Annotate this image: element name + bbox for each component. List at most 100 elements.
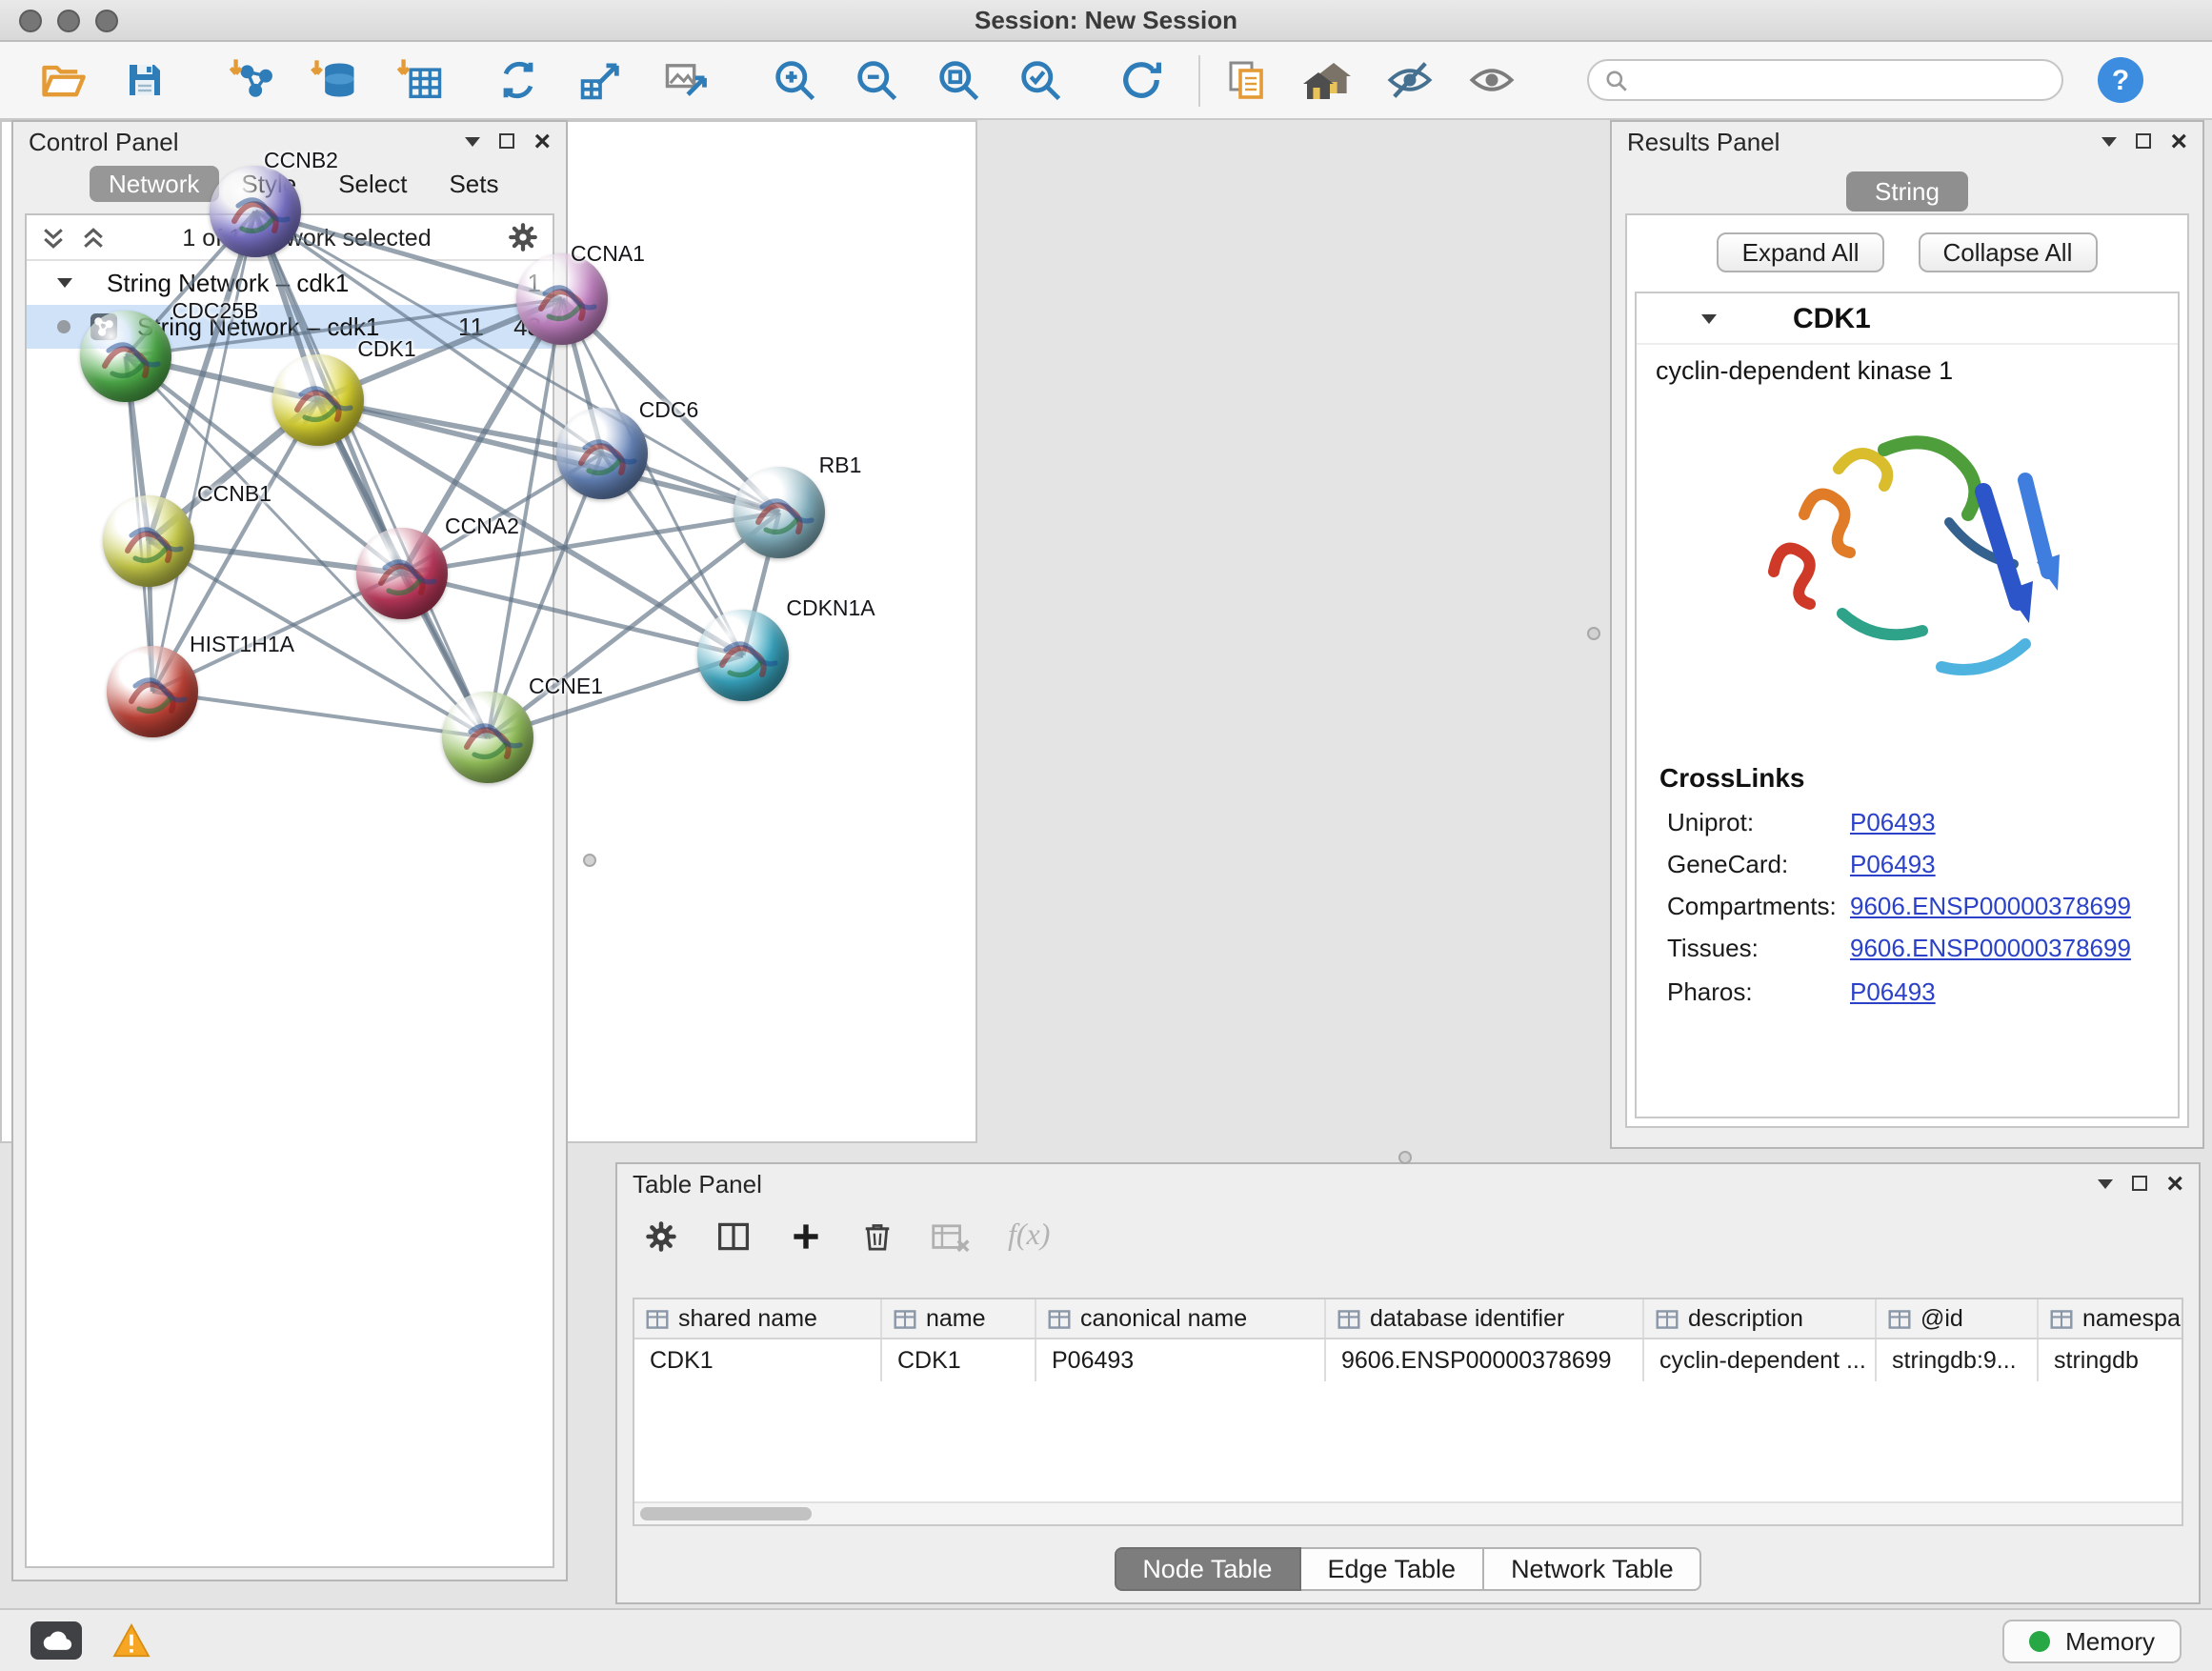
tab-node-table[interactable]: Node Table <box>1114 1547 1300 1591</box>
node-label-ccnb2: CCNB2 <box>264 151 338 173</box>
show-columns-icon[interactable] <box>716 1219 751 1254</box>
table-cell[interactable]: cyclin-dependent ... <box>1644 1339 1877 1381</box>
table-header-row: shared name name canonical name database… <box>634 1299 2182 1339</box>
column-header-description[interactable]: description <box>1644 1299 1877 1338</box>
network-edge[interactable] <box>402 574 743 655</box>
column-icon <box>2050 1308 2073 1329</box>
crosslinks-title: CrossLinks <box>1659 762 2178 793</box>
protein-ribbon-icon <box>516 253 608 345</box>
column-header-name[interactable]: name <box>882 1299 1036 1338</box>
node-label-cdkn1a: CDKN1A <box>786 598 875 621</box>
node-label-ccna2: CCNA2 <box>445 516 519 539</box>
crosslink-link[interactable]: P06493 <box>1850 804 1936 842</box>
node-label-cdc6: CDC6 <box>639 400 699 423</box>
tab-edge-table[interactable]: Edge Table <box>1300 1547 1484 1591</box>
function-builder-icon: f(x) <box>1008 1219 1050 1254</box>
table-panel-title: Table Panel <box>633 1169 762 1198</box>
network-edge[interactable] <box>152 211 255 692</box>
protein-ribbon-icon <box>210 166 301 257</box>
cloud-button[interactable] <box>30 1621 82 1660</box>
results-panel: Results Panel × String Expand All Collap… <box>1610 120 2204 1149</box>
crosslink-label: GeneCard: <box>1667 846 1850 884</box>
gene-title: CDK1 <box>1793 302 1871 334</box>
crosslink-link[interactable]: 9606.ENSP00000378699 <box>1850 889 2131 927</box>
node-ccna1[interactable] <box>516 253 608 345</box>
table-cell[interactable]: stringdb:9... <box>1877 1339 2039 1381</box>
protein-ribbon-icon <box>697 610 789 701</box>
column-icon <box>894 1308 916 1329</box>
node-label-hist1h1a: HIST1H1A <box>190 634 294 657</box>
node-ccnb2[interactable] <box>210 166 301 257</box>
column-icon <box>1888 1308 1911 1329</box>
node-cdk1[interactable] <box>272 354 364 446</box>
crosslink-row: Uniprot: P06493 <box>1667 804 2178 842</box>
tab-network-table[interactable]: Network Table <box>1484 1547 1702 1591</box>
column-header-id[interactable]: @id <box>1877 1299 2039 1338</box>
node-cdkn1a[interactable] <box>697 610 789 701</box>
table-panel: Table Panel × f(x) shared name name cano… <box>615 1162 2201 1604</box>
horizontal-scrollbar[interactable] <box>634 1501 2182 1524</box>
table-cell[interactable]: CDK1 <box>634 1339 882 1381</box>
close-panel-icon[interactable]: × <box>2170 127 2187 155</box>
table-cell[interactable]: CDK1 <box>882 1339 1036 1381</box>
expand-all-button[interactable]: Expand All <box>1718 232 1884 272</box>
crosslink-link[interactable]: P06493 <box>1850 973 1936 1011</box>
network-view-panel: CCNB2CCNA1CDC25BCDK1CDC6RB1CCNB1CCNA2CDK… <box>0 120 977 1143</box>
protein-ribbon-icon <box>356 528 448 619</box>
protein-structure-image <box>1720 389 2094 743</box>
table-row[interactable]: CDK1 CDK1 P06493 9606.ENSP00000378699 cy… <box>634 1339 2182 1381</box>
protein-ribbon-icon <box>80 311 171 402</box>
network-edge[interactable] <box>152 692 488 737</box>
crosslink-link[interactable]: P06493 <box>1850 846 1936 884</box>
protein-ribbon-icon <box>442 692 533 783</box>
crosslink-link[interactable]: 9606.ENSP00000378699 <box>1850 931 2131 969</box>
node-label-cdk1: CDK1 <box>357 339 415 362</box>
column-icon <box>1656 1308 1679 1329</box>
node-rb1[interactable] <box>734 467 825 558</box>
column-header-canonical-name[interactable]: canonical name <box>1036 1299 1326 1338</box>
delete-column-icon[interactable] <box>861 1219 894 1254</box>
splitter-handle[interactable] <box>1587 627 1600 640</box>
table-cell[interactable]: stringdb <box>2039 1339 2183 1381</box>
table-settings-gear-icon[interactable] <box>644 1219 678 1254</box>
column-header-namespace[interactable]: namespac <box>2039 1299 2183 1338</box>
string-results-tab[interactable]: String <box>1846 171 1968 211</box>
add-column-icon[interactable] <box>789 1219 823 1254</box>
node-ccnb1[interactable] <box>103 495 194 587</box>
float-panel-icon[interactable] <box>2136 133 2151 149</box>
node-label-cdc25b: CDC25B <box>172 301 259 324</box>
collapse-all-button[interactable]: Collapse All <box>1919 232 2098 272</box>
column-header-shared-name[interactable]: shared name <box>634 1299 882 1338</box>
panel-menu-icon[interactable] <box>2101 136 2117 146</box>
node-cdc25b[interactable] <box>80 311 171 402</box>
node-ccna2[interactable] <box>356 528 448 619</box>
node-cdc6[interactable] <box>556 408 648 499</box>
collapse-section-icon[interactable] <box>1701 313 1717 323</box>
application-window: Session: New Session <box>0 0 2212 1671</box>
crosslink-row: GeneCard: P06493 <box>1667 846 2178 884</box>
float-panel-icon[interactable] <box>2132 1176 2147 1191</box>
node-label-ccnb1: CCNB1 <box>197 484 271 507</box>
string-results-box: Expand All Collapse All CDK1 cyclin-depe… <box>1625 213 2189 1128</box>
splitter-handle[interactable] <box>583 854 596 867</box>
panel-menu-icon[interactable] <box>2098 1178 2113 1188</box>
column-header-database-identifier[interactable]: database identifier <box>1326 1299 1644 1338</box>
crosslink-row: Compartments: 9606.ENSP00000378699 <box>1667 889 2178 927</box>
network-edge[interactable] <box>255 211 488 737</box>
table-toolbar: f(x) <box>617 1206 2199 1267</box>
node-ccne1[interactable] <box>442 692 533 783</box>
table-cell[interactable]: 9606.ENSP00000378699 <box>1326 1339 1644 1381</box>
scrollbar-thumb[interactable] <box>640 1507 812 1520</box>
close-panel-icon[interactable]: × <box>2166 1169 2183 1198</box>
table-cell[interactable]: P06493 <box>1036 1339 1326 1381</box>
node-hist1h1a[interactable] <box>107 646 198 737</box>
splitter-handle[interactable] <box>1398 1151 1412 1164</box>
memory-label: Memory <box>2065 1626 2155 1655</box>
results-panel-title: Results Panel <box>1627 127 1780 155</box>
crosslink-row: Tissues: 9606.ENSP00000378699 <box>1667 931 2178 969</box>
gene-description: cyclin-dependent kinase 1 <box>1637 345 2178 385</box>
crosslink-label: Tissues: <box>1667 931 1850 969</box>
protein-ribbon-icon <box>103 495 194 587</box>
warning-icon[interactable] <box>112 1623 151 1658</box>
memory-button[interactable]: Memory <box>2002 1619 2182 1662</box>
